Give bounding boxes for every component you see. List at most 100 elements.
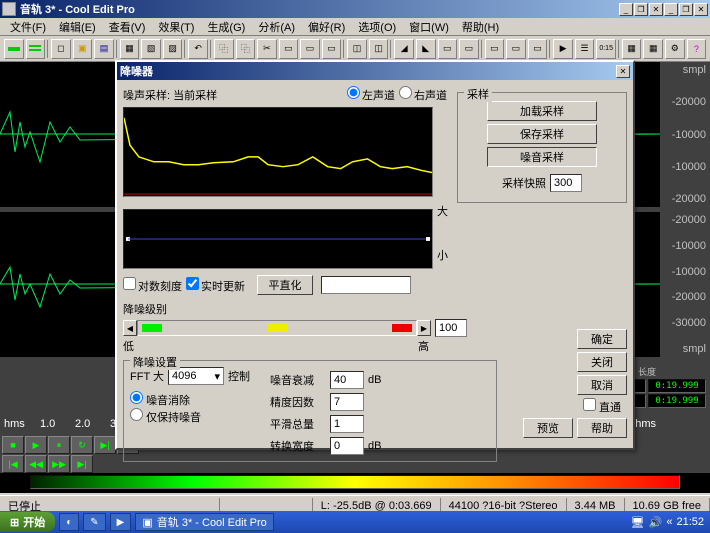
tb-g3[interactable]: ⚙: [665, 39, 685, 59]
tb-paste[interactable]: ▭: [279, 39, 299, 59]
width-input[interactable]: 0: [330, 437, 364, 455]
db-label: dB: [368, 374, 381, 386]
tb-e2[interactable]: ▭: [506, 39, 526, 59]
get-profile-button[interactable]: 噪音采样: [487, 147, 597, 167]
precision-label: 精度因数: [270, 394, 326, 410]
tb-mode1[interactable]: [4, 39, 24, 59]
passthrough-checkbox[interactable]: 直通: [583, 398, 621, 415]
tb-c1[interactable]: ◫: [347, 39, 367, 59]
tb-d1[interactable]: ◢: [394, 39, 414, 59]
menu-help[interactable]: 帮助(H): [456, 18, 505, 36]
menu-generate[interactable]: 生成(G): [201, 18, 251, 36]
precision-input[interactable]: 7: [330, 393, 364, 411]
tb-b2[interactable]: ▧: [141, 39, 161, 59]
left-channel-radio[interactable]: 左声道: [347, 86, 395, 103]
cancel-button[interactable]: 取消: [577, 375, 627, 395]
tb-copy[interactable]: ⿻: [214, 39, 234, 59]
ql-icon[interactable]: ◐: [59, 513, 79, 531]
level-meter[interactable]: [0, 473, 710, 493]
tray-icon[interactable]: 🖥: [631, 516, 645, 529]
reduction-value-input[interactable]: 100: [435, 319, 467, 337]
dialog-close-button[interactable]: ✕: [616, 65, 630, 78]
tb-help[interactable]: ?: [687, 39, 707, 59]
menu-edit[interactable]: 编辑(E): [53, 18, 102, 36]
time-mark: 1.0: [40, 418, 55, 430]
reduction-slider[interactable]: [137, 320, 417, 336]
minimize-button[interactable]: _: [619, 3, 633, 16]
tb-b1[interactable]: ▦: [120, 39, 140, 59]
tb-e1[interactable]: ▭: [485, 39, 505, 59]
close2-button[interactable]: ✕: [694, 3, 708, 16]
menu-options[interactable]: 选项(O): [352, 18, 402, 36]
tb-e3[interactable]: ▭: [528, 39, 548, 59]
log-scale-checkbox[interactable]: 对数刻度: [123, 277, 182, 294]
tb-d3[interactable]: ▭: [438, 39, 458, 59]
tb-f1[interactable]: ▶: [553, 39, 573, 59]
tray-icon[interactable]: 🔊: [649, 516, 663, 529]
menu-analyze[interactable]: 分析(A): [252, 18, 301, 36]
tb-g1[interactable]: ▦: [622, 39, 642, 59]
ok-button[interactable]: 确定: [577, 329, 627, 349]
slider-right-button[interactable]: ▶: [417, 320, 431, 336]
tb-b3[interactable]: ▨: [163, 39, 183, 59]
noise-profile-graph[interactable]: [123, 107, 433, 197]
begin-button[interactable]: |◀: [2, 455, 24, 473]
end-button[interactable]: ▶|: [71, 455, 93, 473]
tb-f3[interactable]: 0:15: [596, 39, 616, 59]
ql-icon[interactable]: ✎: [83, 513, 105, 531]
tb-c2[interactable]: ◫: [369, 39, 389, 59]
smooth-input[interactable]: 1: [330, 415, 364, 433]
maximize-button[interactable]: ❐: [634, 3, 648, 16]
tb-trim[interactable]: ▭: [322, 39, 342, 59]
pause-button[interactable]: ⏸: [48, 436, 70, 454]
tb-mode2[interactable]: [26, 39, 46, 59]
tb-d4[interactable]: ▭: [459, 39, 479, 59]
right-channel-radio[interactable]: 右声道: [399, 86, 447, 103]
tb-d2[interactable]: ◣: [416, 39, 436, 59]
settings-legend: 降噪设置: [130, 354, 180, 370]
tb-g2[interactable]: ▦: [643, 39, 663, 59]
menu-view[interactable]: 查看(V): [103, 18, 152, 36]
tb-new[interactable]: ◻: [51, 39, 71, 59]
restore-button[interactable]: ❐: [679, 3, 693, 16]
reduce-by-input[interactable]: 40: [330, 371, 364, 389]
tb-f2[interactable]: ☰: [575, 39, 595, 59]
ql-icon[interactable]: ▶: [110, 513, 132, 531]
flatten-button[interactable]: 平直化: [257, 275, 313, 295]
menu-file[interactable]: 文件(F): [4, 18, 52, 36]
play-button[interactable]: ▶: [25, 436, 47, 454]
play-end-button[interactable]: ▶|: [94, 436, 116, 454]
menu-effects[interactable]: 效果(T): [152, 18, 200, 36]
save-profile-button[interactable]: 保存采样: [487, 124, 597, 144]
play-loop-button[interactable]: ↻: [71, 436, 93, 454]
dialog-titlebar[interactable]: 降噪器 ✕: [117, 62, 633, 80]
stop-button[interactable]: ■: [2, 436, 24, 454]
remove-noise-radio[interactable]: 噪音消除: [130, 391, 250, 408]
help-button[interactable]: 帮助: [577, 418, 627, 438]
snapshot-label: 采样快照: [502, 175, 546, 191]
realtime-checkbox[interactable]: 实时更新: [186, 277, 245, 294]
snapshot-input[interactable]: 300: [550, 174, 582, 192]
ffwd-button[interactable]: ▶▶: [48, 455, 70, 473]
taskbar-app[interactable]: ▣音轨 3* - Cool Edit Pro: [135, 513, 273, 531]
minimize2-button[interactable]: _: [664, 3, 678, 16]
start-button[interactable]: ⊞开始: [0, 512, 55, 532]
reduction-envelope-graph[interactable]: [123, 209, 433, 269]
system-tray[interactable]: 🖥 🔊 « 21:52: [625, 516, 710, 529]
menu-window[interactable]: 窗口(W): [403, 18, 455, 36]
menu-favorites[interactable]: 偏好(R): [302, 18, 351, 36]
keep-noise-radio[interactable]: 仅保持噪音: [130, 408, 250, 425]
tray-lang[interactable]: «: [666, 516, 672, 528]
tb-cut[interactable]: ✂: [257, 39, 277, 59]
tb-copy2[interactable]: ⿻: [236, 39, 256, 59]
tb-undo[interactable]: ↶: [188, 39, 208, 59]
tb-open[interactable]: ▣: [73, 39, 93, 59]
rew-button[interactable]: ◀◀: [25, 455, 47, 473]
close-button[interactable]: 关闭: [577, 352, 627, 372]
preview-button[interactable]: 预览: [523, 418, 573, 438]
tb-mix[interactable]: ▭: [300, 39, 320, 59]
close-button[interactable]: ✕: [649, 3, 663, 16]
tb-save[interactable]: ▤: [94, 39, 114, 59]
slider-left-button[interactable]: ◀: [123, 320, 137, 336]
load-profile-button[interactable]: 加载采样: [487, 101, 597, 121]
